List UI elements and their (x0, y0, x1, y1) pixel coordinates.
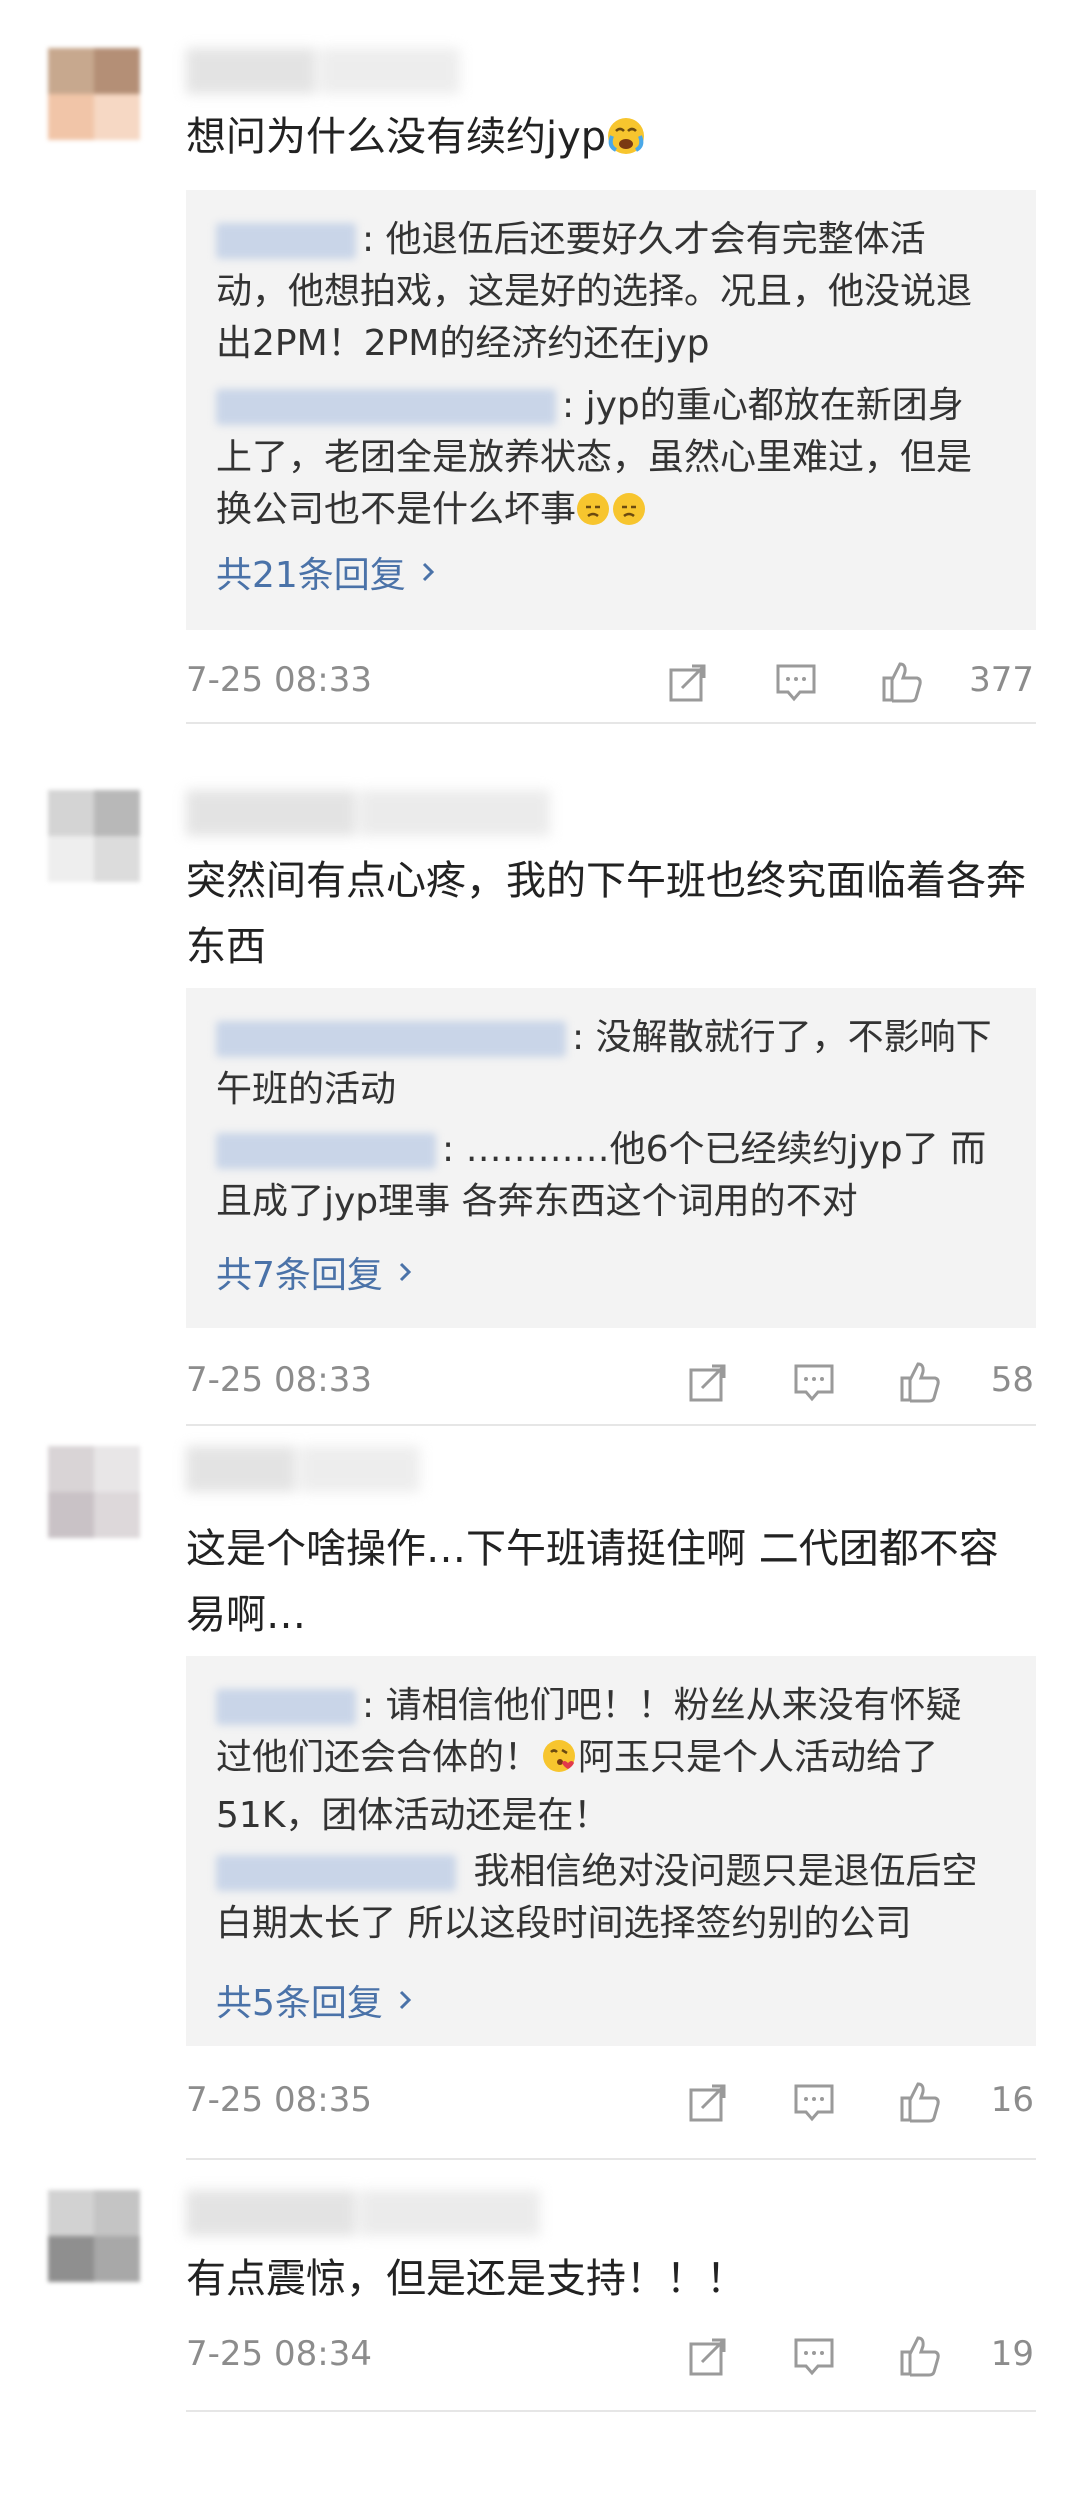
divider (186, 1424, 1036, 1426)
timestamp: 7-25 08:33 (186, 660, 372, 700)
comment-icon[interactable] (774, 660, 818, 704)
reply-box[interactable]: : 他退伍后还要好久才会有完整体活动，他想拍戏，这是好的选择。况且，他没说退出2… (186, 190, 1036, 630)
divider (186, 722, 1036, 724)
sad-emoji-icon (576, 490, 648, 542)
comment-text: 突然间有点心疼，我的下午班也终究面临着各奔东西 (186, 848, 1036, 980)
reply-box[interactable]: : 请相信他们吧！！粉丝从来没有怀疑过他们还会合体的！ 阿玉只是个人活动给了51K… (186, 1656, 1036, 2046)
repost-icon[interactable] (666, 660, 710, 704)
comment-text-content: 突然间有点心疼，我的下午班也终究面临着各奔东西 (186, 858, 1026, 970)
comment-text: 想问为什么没有续约jyp (186, 104, 1036, 176)
like-icon[interactable] (898, 1360, 942, 1404)
timestamp: 7-25 08:35 (186, 2080, 372, 2120)
divider (186, 2410, 1036, 2412)
like-icon[interactable] (898, 2080, 942, 2124)
reply-2[interactable]: : …………他6个已经续约jyp了 而且成了jyp理事 各奔东西这个词用的不对 (216, 1124, 996, 1228)
timestamp: 7-25 08:33 (186, 1360, 372, 1400)
more-replies-label: 共5条回复 (216, 1983, 383, 2024)
avatar[interactable] (48, 2190, 140, 2282)
comment-text-content: 这是个啥操作…下午班请挺住啊 二代团都不容易啊… (186, 1526, 999, 1638)
chevron-right-icon (399, 1990, 412, 2010)
avatar[interactable] (48, 48, 140, 140)
comment-meta: 7-25 08:34 19 (186, 2324, 1036, 2384)
like-count: 58 (990, 1360, 1034, 1400)
reply-box[interactable]: : 没解散就行了，不影响下午班的活动 : …………他6个已经续约jyp了 而且成… (186, 988, 1036, 1328)
comment-meta: 7-25 08:33 58 (186, 1350, 1036, 1410)
comment-icon[interactable] (792, 2080, 836, 2124)
blowing-kiss-emoji-icon (540, 1737, 578, 1790)
more-replies-link[interactable]: 共5条回复 (216, 1974, 415, 2026)
username[interactable] (186, 48, 486, 104)
comment-text: 有点震惊，但是还是支持！！！ (186, 2246, 1036, 2312)
comment-icon[interactable] (792, 1360, 836, 1404)
comment-icon[interactable] (792, 2334, 836, 2378)
username[interactable] (186, 790, 566, 846)
reply-username[interactable] (216, 223, 356, 259)
reply-username[interactable] (216, 389, 556, 425)
reply-1[interactable]: : 没解散就行了，不影响下午班的活动 (216, 1012, 996, 1116)
reply-2[interactable]: : jyp的重心都放在新团身上了，老团全是放养状态，虽然心里难过，但是换公司也不… (216, 380, 996, 542)
timestamp: 7-25 08:34 (186, 2334, 372, 2374)
repost-icon[interactable] (686, 1360, 730, 1404)
comment-meta: 7-25 08:35 16 (186, 2070, 1036, 2130)
more-replies-label: 共21条回复 (216, 555, 406, 596)
reply-username[interactable] (216, 1855, 456, 1891)
divider (186, 2158, 1036, 2160)
reply-2[interactable]: 我相信绝对没问题只是退伍后空白期太长了 所以这段时间选择签约别的公司 (216, 1846, 996, 1950)
reply-1[interactable]: : 他退伍后还要好久才会有完整体活动，他想拍戏，这是好的选择。况且，他没说退出2… (216, 214, 996, 370)
comment-text: 这是个啥操作…下午班请挺住啊 二代团都不容易啊… (186, 1516, 1036, 1648)
like-icon[interactable] (898, 2334, 942, 2378)
reply-username[interactable] (216, 1689, 356, 1725)
chevron-right-icon (422, 562, 434, 582)
avatar[interactable] (48, 790, 140, 882)
like-count: 377 (969, 660, 1034, 700)
comment-text-content: 有点震惊，但是还是支持！！！ (186, 2256, 746, 2302)
repost-icon[interactable] (686, 2334, 730, 2378)
reply-username[interactable] (216, 1021, 566, 1057)
reply-1[interactable]: : 请相信他们吧！！粉丝从来没有怀疑过他们还会合体的！ 阿玉只是个人活动给了51K… (216, 1680, 996, 1842)
like-icon[interactable] (880, 660, 924, 704)
like-count: 16 (990, 2080, 1034, 2120)
more-replies-label: 共7条回复 (216, 1255, 383, 1296)
crying-emoji-icon (606, 110, 646, 176)
comment-text-content: 想问为什么没有续约jyp (186, 114, 607, 160)
avatar[interactable] (48, 1446, 140, 1538)
like-count: 19 (990, 2334, 1034, 2374)
more-replies-link[interactable]: 共7条回复 (216, 1246, 415, 1298)
username[interactable] (186, 2190, 556, 2246)
chevron-right-icon (399, 1262, 412, 1282)
comment-meta: 7-25 08:33 377 (186, 650, 1036, 710)
reply-username[interactable] (216, 1133, 436, 1169)
more-replies-link[interactable]: 共21条回复 (216, 546, 438, 598)
username[interactable] (186, 1446, 446, 1502)
repost-icon[interactable] (686, 2080, 730, 2124)
